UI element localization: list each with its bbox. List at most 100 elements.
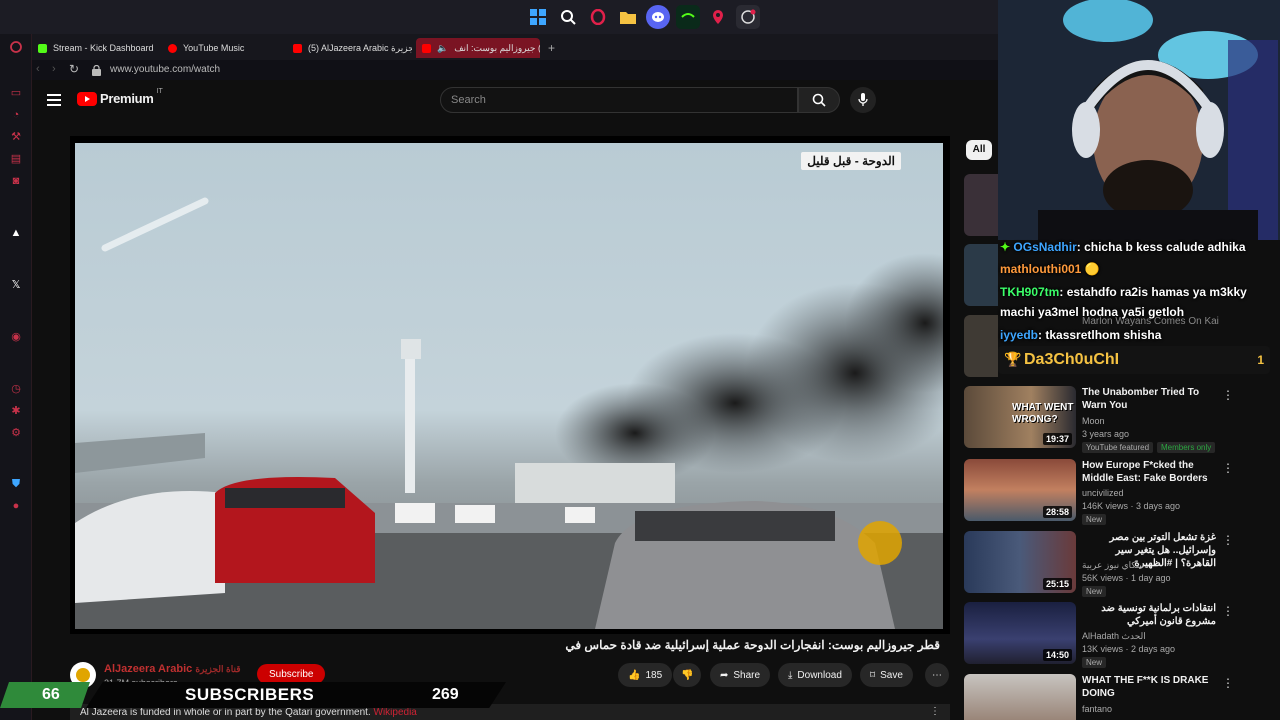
dislike-button[interactable]: 👎 bbox=[673, 663, 702, 687]
speaker-icon[interactable]: 🔈 bbox=[437, 43, 448, 54]
rec-menu-icon[interactable]: ⋮ bbox=[1222, 461, 1234, 475]
tab-kick-dashboard[interactable]: Stream - Kick Dashboard bbox=[32, 38, 158, 58]
channel-name[interactable]: AlJazeera Arabic قناة الجزيرة bbox=[104, 663, 241, 675]
filter-chip-all[interactable]: All bbox=[966, 140, 992, 160]
vpn-shield-icon[interactable]: ⛊ bbox=[9, 477, 23, 491]
chat-text: : tkassretlhom shisha bbox=[1038, 328, 1162, 342]
pin-app-icon[interactable] bbox=[706, 5, 730, 29]
search-icon[interactable] bbox=[556, 5, 580, 29]
subscribe-button[interactable]: Subscribe bbox=[257, 664, 326, 684]
download-button[interactable]: ⤓ Download bbox=[778, 663, 852, 687]
chat-username: OGsNadhir bbox=[1013, 240, 1077, 254]
address-bar-row: ‹ › ↻ www.youtube.com/watch bbox=[32, 60, 1000, 80]
x-twitter-icon[interactable]: 𝕏 bbox=[9, 278, 23, 292]
rec-channel[interactable]: AlHadath الحدث bbox=[1082, 631, 1146, 642]
rec-title[interactable]: WHAT THE F**K IS DRAKE DOING bbox=[1082, 674, 1216, 700]
rec-meta: 146K views · 3 days ago bbox=[1082, 501, 1181, 511]
video-thumbnail[interactable]: 28:58 bbox=[964, 459, 1076, 521]
chat-text: : chicha b kess calude adhika bbox=[1076, 240, 1246, 254]
thumbnail-text: WHAT WENT WRONG? bbox=[1012, 402, 1074, 425]
tab-current-video[interactable]: 🔈 (5) جيروزاليم بوست: انف bbox=[416, 38, 540, 58]
channel-name-en: AlJazeera Arabic bbox=[104, 663, 193, 675]
opera-menu-icon[interactable] bbox=[9, 40, 23, 54]
video-scene bbox=[75, 197, 943, 629]
rec-channel[interactable]: Moon bbox=[1082, 416, 1105, 426]
rec-title[interactable]: انتقادات برلمانية تونسية ضد مشروع قانون … bbox=[1082, 602, 1216, 628]
discord-icon[interactable] bbox=[646, 5, 670, 29]
gx-corner-icon[interactable]: ◔ bbox=[9, 108, 23, 122]
recommendation-item[interactable]: WHAT WENT WRONG? 19:37 The Unabomber Tri… bbox=[964, 386, 1280, 453]
funding-text: Al Jazeera is funded in whole or in part… bbox=[80, 707, 371, 718]
video-duration: 28:58 bbox=[1042, 506, 1072, 518]
rec-badge: New bbox=[1082, 586, 1107, 597]
rec-menu-icon[interactable]: ⋮ bbox=[1222, 604, 1234, 618]
rec-menu-icon[interactable]: ⋮ bbox=[1222, 533, 1234, 547]
like-button[interactable]: 👍 185 bbox=[618, 663, 673, 687]
microphone-icon bbox=[858, 93, 868, 106]
chat-message: iyyedb: tkassretlhom shisha bbox=[1000, 327, 1161, 343]
recommendation-item[interactable]: 14:50 انتقادات برلمانية تونسية ضد مشروع … bbox=[964, 602, 1280, 668]
recommendation-item[interactable]: WHAT THE F**K IS DRAKE DOING fantano ⋮ bbox=[964, 674, 1280, 720]
forward-icon[interactable]: › bbox=[52, 63, 56, 75]
rec-channel[interactable]: uncivilized bbox=[1082, 488, 1124, 498]
video-duration: 14:50 bbox=[1042, 649, 1072, 661]
wikipedia-link[interactable]: Wikipedia bbox=[374, 707, 417, 718]
video-thumbnail[interactable]: WHAT WENT WRONG? 19:37 bbox=[964, 386, 1076, 448]
goal-target: 269 bbox=[432, 686, 459, 703]
hamburger-menu-icon[interactable] bbox=[47, 93, 61, 111]
share-button[interactable]: ➦ Share bbox=[710, 663, 771, 687]
windows-start-icon[interactable] bbox=[526, 5, 550, 29]
hidden-recommendation-thumb[interactable] bbox=[964, 315, 998, 377]
rec-meta: 13K views · 2 days ago bbox=[1082, 644, 1176, 654]
player-icon[interactable]: ◉ bbox=[9, 330, 23, 344]
gx-control-icon[interactable]: ▭ bbox=[9, 86, 23, 100]
settings-icon[interactable]: ⚙ bbox=[9, 426, 23, 440]
youtube-premium-logo[interactable]: Premium IT bbox=[77, 88, 163, 106]
tab-aljazeera-channel[interactable]: (5) AlJazeera Arabic قناة الجزيرة bbox=[287, 38, 412, 58]
rec-menu-icon[interactable]: ⋮ bbox=[1222, 388, 1234, 402]
browser-tab-strip: Stream - Kick Dashboard YouTube Music (5… bbox=[32, 34, 1000, 60]
share-icon: ➦ bbox=[720, 669, 729, 681]
more-options-icon[interactable]: ⋮ bbox=[930, 706, 940, 717]
search-button[interactable] bbox=[798, 87, 840, 113]
video-thumbnail[interactable]: 14:50 bbox=[964, 602, 1076, 664]
opera-gx-icon[interactable] bbox=[586, 5, 610, 29]
reload-icon[interactable]: ↻ bbox=[69, 62, 79, 76]
rec-channel[interactable]: fantano bbox=[1082, 704, 1112, 714]
twitch-icon[interactable]: ▤ bbox=[9, 152, 23, 166]
chat-username: iyyedb bbox=[1000, 328, 1039, 342]
aria-icon[interactable]: ▲ bbox=[9, 226, 23, 240]
save-button[interactable]: ⌑ Save bbox=[860, 663, 913, 687]
chat-username: TKH907tm bbox=[1000, 285, 1060, 299]
tab-youtube-music[interactable]: YouTube Music bbox=[162, 38, 282, 58]
cleaner-icon[interactable]: ⚒ bbox=[9, 130, 23, 144]
new-tab-button[interactable]: + bbox=[542, 38, 560, 58]
file-explorer-icon[interactable] bbox=[616, 5, 640, 29]
rec-title[interactable]: The Unabomber Tried To Warn You bbox=[1082, 386, 1216, 412]
history-icon[interactable]: ◷ bbox=[9, 382, 23, 396]
messenger-icon[interactable]: ◙ bbox=[9, 174, 23, 188]
search-input[interactable]: Search bbox=[440, 87, 798, 113]
rec-menu-icon[interactable]: ⋮ bbox=[1222, 676, 1234, 690]
back-icon[interactable]: ‹ bbox=[36, 63, 40, 75]
hidden-recommendation-thumb[interactable] bbox=[964, 244, 998, 306]
voice-search-button[interactable] bbox=[850, 87, 876, 113]
obs-icon[interactable] bbox=[736, 5, 760, 29]
recommendation-item[interactable]: 28:58 How Europe F*cked the Middle East:… bbox=[964, 459, 1280, 525]
more-actions-button[interactable]: ⋯ bbox=[925, 663, 949, 687]
tab-label: Stream - Kick Dashboard bbox=[53, 43, 154, 53]
video-thumbnail[interactable] bbox=[964, 674, 1076, 720]
video-player[interactable]: الدوحة - قبل قليل bbox=[70, 136, 950, 634]
video-frame[interactable]: الدوحة - قبل قليل bbox=[75, 143, 943, 629]
app-icon[interactable] bbox=[676, 5, 700, 29]
url-field[interactable]: www.youtube.com/watch bbox=[110, 64, 220, 75]
rec-title[interactable]: How Europe F*cked the Middle East: Fake … bbox=[1082, 459, 1216, 485]
ublock-icon[interactable]: ● bbox=[9, 499, 23, 513]
channel-name-ar: قناة الجزيرة bbox=[195, 664, 241, 674]
browser-sidebar: ▭ ◔ ⚒ ▤ ◙ ▲ 𝕏 ◉ ◷ ✱ ⚙ ⛊ ● bbox=[0, 34, 32, 720]
hidden-recommendation-thumb[interactable] bbox=[964, 174, 998, 236]
extensions-icon[interactable]: ✱ bbox=[9, 404, 23, 418]
rec-channel[interactable]: سكاي نيوز عربية bbox=[1082, 560, 1144, 571]
video-thumbnail[interactable]: 25:15 bbox=[964, 531, 1076, 593]
recommendation-item[interactable]: 25:15 غزة تشعل التوتر بين مصر وإسرائيل..… bbox=[964, 531, 1280, 597]
